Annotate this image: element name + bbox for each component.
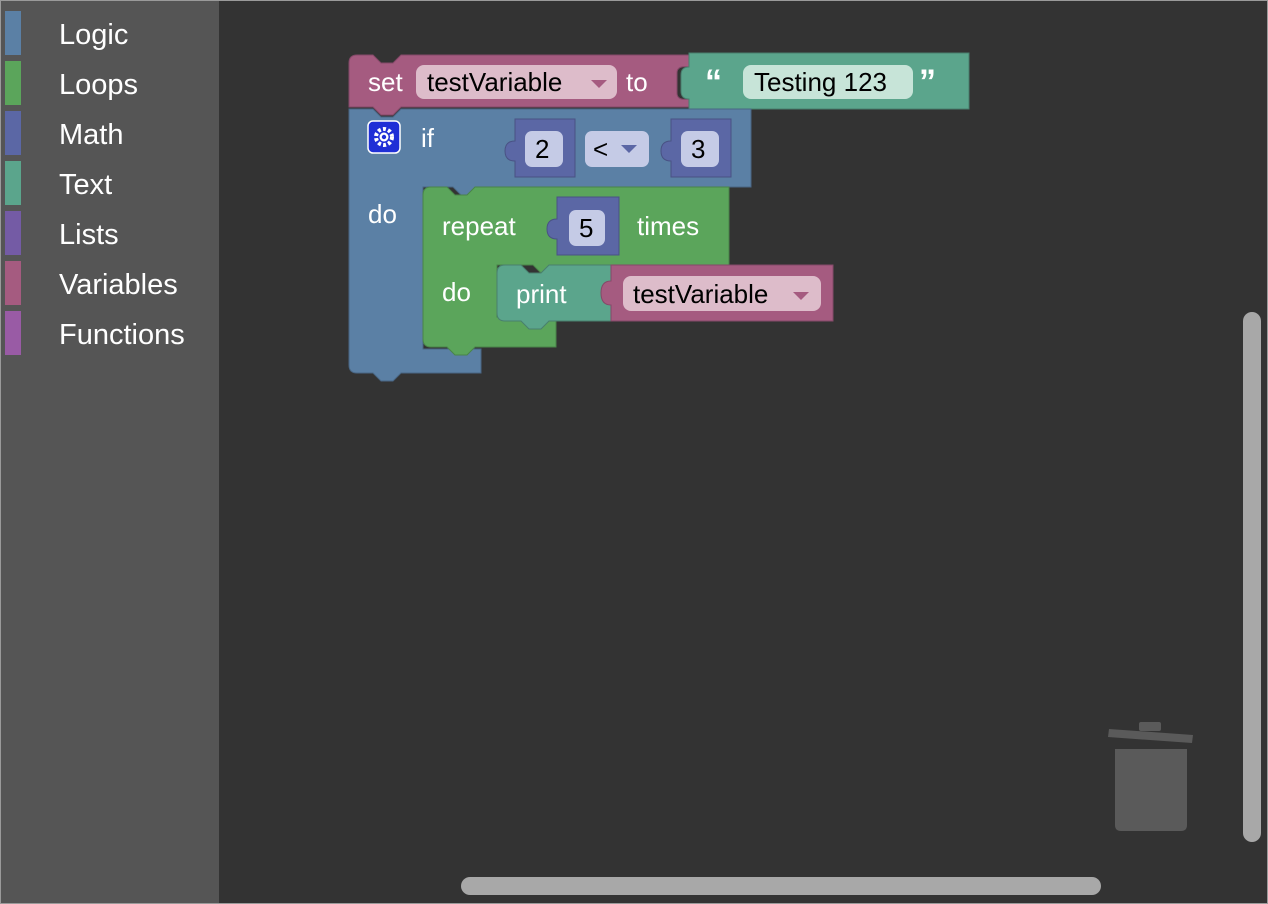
category-color-swatch	[5, 11, 21, 55]
print-keyword: print	[516, 279, 567, 309]
number-value: 2	[535, 134, 549, 164]
trash-can-icon[interactable]	[1107, 719, 1197, 839]
number-block-right[interactable]: 3	[660, 118, 732, 178]
repeat-count-block[interactable]: 5	[546, 196, 620, 256]
blockly-editor: Logic Loops Math Text Lists Variables Fu…	[0, 0, 1268, 904]
category-color-swatch	[5, 161, 21, 205]
toolbox-category-lists[interactable]: Lists	[1, 211, 219, 261]
set-keyword: set	[368, 67, 403, 97]
category-label: Variables	[59, 269, 178, 301]
variable-name: testVariable	[427, 67, 562, 97]
category-color-swatch	[5, 211, 21, 255]
toolbox-category-math[interactable]: Math	[1, 111, 219, 161]
if-keyword: if	[421, 123, 435, 153]
print-block[interactable]: print	[496, 264, 614, 330]
category-label: Logic	[59, 19, 129, 51]
variable-name: testVariable	[633, 279, 768, 309]
text-value-block[interactable]: “ Testing 123 ”	[680, 52, 970, 110]
open-quote-icon: “	[705, 63, 722, 101]
to-keyword: to	[626, 67, 648, 97]
number-block-left[interactable]: 2	[504, 118, 576, 178]
times-keyword: times	[637, 211, 699, 241]
toolbox-category-logic[interactable]: Logic	[1, 11, 219, 61]
category-label: Text	[59, 169, 113, 201]
toolbox-category-functions[interactable]: Functions	[1, 311, 219, 361]
number-value: 3	[691, 134, 705, 164]
category-color-swatch	[5, 61, 21, 105]
text-value: Testing 123	[754, 67, 887, 97]
horizontal-scrollbar[interactable]	[461, 877, 1101, 895]
toolbox-category-variables[interactable]: Variables	[1, 261, 219, 311]
repeat-count-value: 5	[579, 213, 593, 243]
operator-value: <	[593, 134, 608, 164]
close-quote-icon: ”	[919, 63, 936, 101]
variable-getter-block[interactable]: testVariable	[600, 264, 834, 322]
do-keyword: do	[368, 199, 397, 229]
toolbox: Logic Loops Math Text Lists Variables Fu…	[1, 1, 219, 903]
toolbox-category-loops[interactable]: Loops	[1, 61, 219, 111]
toolbox-category-text[interactable]: Text	[1, 161, 219, 211]
category-label: Math	[59, 119, 124, 151]
category-label: Loops	[59, 69, 139, 101]
do-keyword: do	[442, 277, 471, 307]
operator-dropdown[interactable]: <	[585, 131, 649, 167]
text-field[interactable]: Testing 123	[743, 65, 913, 99]
variable-dropdown[interactable]: testVariable	[623, 276, 821, 311]
workspace[interactable]: set testVariable to “ Testing 123 ” if d…	[219, 1, 1267, 903]
compare-block[interactable]: 2 < 3	[473, 115, 751, 179]
category-label: Functions	[59, 319, 185, 351]
category-color-swatch	[5, 311, 21, 355]
gear-icon[interactable]	[367, 120, 401, 154]
category-color-swatch	[5, 111, 21, 155]
set-variable-block[interactable]: set testVariable to	[348, 54, 690, 116]
category-color-swatch	[5, 261, 21, 305]
variable-dropdown[interactable]: testVariable	[416, 65, 617, 99]
vertical-scrollbar[interactable]	[1243, 312, 1261, 842]
repeat-keyword: repeat	[442, 211, 516, 241]
category-label: Lists	[59, 219, 119, 251]
